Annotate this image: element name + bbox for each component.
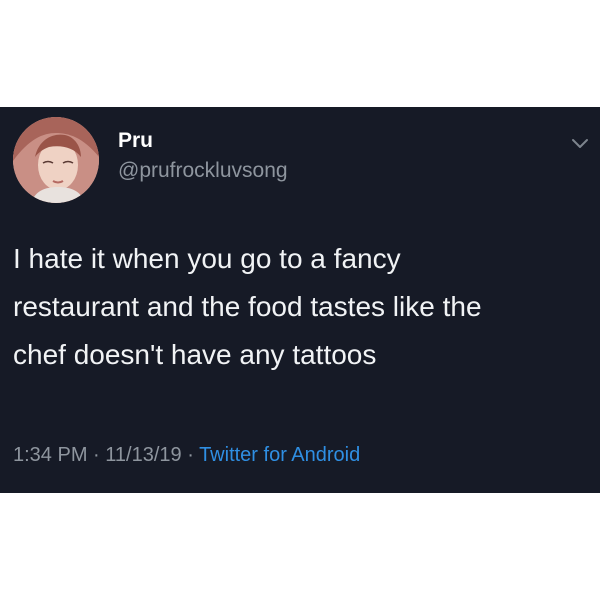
tweet-client-link[interactable]: Twitter for Android xyxy=(199,444,360,466)
meta-separator: · xyxy=(87,444,106,466)
tweet-text-line: I hate it when you go to a fancy xyxy=(13,243,401,274)
tweet-time[interactable]: 1:34 PM xyxy=(13,444,87,466)
tweet-text-line: restaurant and the food tastes like the xyxy=(13,291,482,322)
display-name[interactable]: Pru xyxy=(118,129,153,153)
chevron-down-icon[interactable] xyxy=(571,138,589,150)
avatar-photo xyxy=(13,117,99,203)
user-handle[interactable]: @prufrockluvsong xyxy=(118,159,288,183)
tweet-metadata: 1:34 PM · 11/13/19 · Twitter for Android xyxy=(13,444,360,467)
tweet-card: Pru @prufrockluvsong I hate it when you … xyxy=(0,107,600,493)
tweet-text: I hate it when you go to a fancy restaur… xyxy=(13,235,588,379)
meta-separator: · xyxy=(181,444,200,466)
tweet-text-line: chef doesn't have any tattoos xyxy=(13,339,377,370)
avatar[interactable] xyxy=(13,117,99,203)
tweet-date[interactable]: 11/13/19 xyxy=(105,444,181,466)
